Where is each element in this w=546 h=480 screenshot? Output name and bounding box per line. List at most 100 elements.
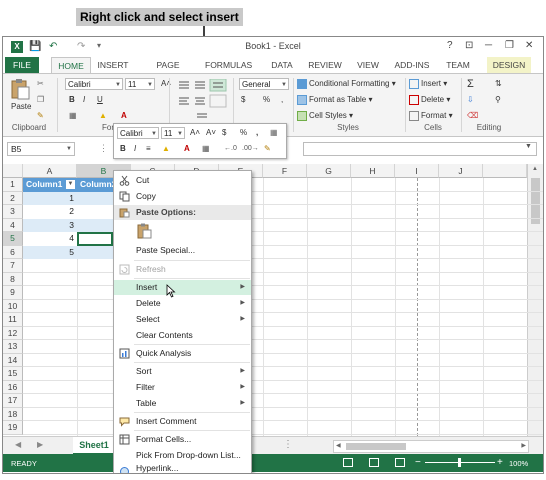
column-header-g[interactable]: G <box>307 164 351 178</box>
table-cell-column1[interactable]: 1 <box>23 191 77 205</box>
filter-dropdown-icon[interactable]: ▼ <box>66 180 75 189</box>
comma-button[interactable]: , <box>281 94 283 106</box>
menu-item-format-cells[interactable]: Format Cells... <box>114 432 251 447</box>
cell-styles-button[interactable]: Cell Styles ▾ <box>297 110 353 122</box>
format-painter-icon[interactable]: ✎ <box>37 110 44 122</box>
bold-button[interactable]: B <box>69 94 75 106</box>
copy-icon[interactable]: ❐ <box>37 94 44 106</box>
tab-formulas[interactable]: FORMULAS <box>205 57 252 73</box>
column-header-h[interactable]: H <box>351 164 395 178</box>
row-header[interactable]: 3 <box>3 205 23 219</box>
menu-item-copy[interactable]: Copy <box>114 189 251 204</box>
sort-filter-icon[interactable]: ⇅ <box>495 78 502 90</box>
sheet-tab-sheet1[interactable]: Sheet1 <box>73 437 115 455</box>
table-cell-column1[interactable]: 3 <box>23 218 77 232</box>
underline-button[interactable]: U <box>97 94 103 106</box>
mini-font-color-icon[interactable]: A <box>184 143 190 155</box>
column-header-j[interactable]: J <box>439 164 483 178</box>
next-sheet-icon[interactable]: ▶ <box>37 440 43 449</box>
row-header[interactable]: 18 <box>3 407 23 421</box>
insert-cells-button[interactable]: Insert ▾ <box>409 78 447 90</box>
tab-view[interactable]: VIEW <box>355 57 381 73</box>
cut-icon[interactable]: ✂ <box>37 78 44 90</box>
maximize-button[interactable]: ❐ <box>505 40 514 51</box>
mini-brush-icon[interactable]: ✎ <box>264 143 271 155</box>
row-header[interactable]: 11 <box>3 313 23 327</box>
table-cell-column1[interactable]: 2 <box>23 205 77 219</box>
menu-item-hyperlink[interactable]: Hyperlink... <box>114 464 251 473</box>
mini-align-center-icon[interactable]: ≡ <box>146 143 151 155</box>
mini-italic-button[interactable]: I <box>134 143 136 155</box>
minimize-button[interactable]: ─ <box>485 40 492 51</box>
mini-currency-button[interactable]: $ <box>222 127 226 139</box>
menu-item-pick-from-dropdown[interactable]: Pick From Drop-down List... <box>114 448 251 463</box>
mini-borders-icon[interactable]: ▦ <box>202 143 210 155</box>
menu-item-insert-comment[interactable]: Insert Comment <box>114 414 251 429</box>
scroll-right-icon[interactable]: ▶ <box>521 442 526 449</box>
column-header-i[interactable]: I <box>395 164 439 178</box>
format-as-table-button[interactable]: Format as Table ▾ <box>297 94 372 106</box>
tab-team[interactable]: TEAM <box>443 57 473 73</box>
menu-item-insert[interactable]: Insert ▶ <box>114 280 251 295</box>
tab-insert[interactable]: INSERT <box>95 57 131 73</box>
clear-icon[interactable]: ⌫ <box>467 110 478 122</box>
column-header-f[interactable]: F <box>263 164 307 178</box>
mini-font-name-combo[interactable]: Calibri ▼ <box>117 127 159 139</box>
page-break-view-icon[interactable] <box>395 458 405 467</box>
zoom-slider-thumb[interactable] <box>458 458 461 467</box>
delete-cells-button[interactable]: Delete ▾ <box>409 94 450 106</box>
borders-icon[interactable]: ▦ <box>69 110 77 122</box>
conditional-formatting-button[interactable]: Conditional Formatting ▾ <box>297 78 396 90</box>
menu-item-refresh[interactable]: Refresh <box>114 262 251 277</box>
fill-color-icon[interactable]: ▲ <box>99 110 107 122</box>
zoom-in-button[interactable]: + <box>497 457 503 468</box>
normal-view-icon[interactable] <box>343 458 353 467</box>
paste-icon[interactable] <box>9 78 31 100</box>
row-header[interactable]: 8 <box>3 272 23 286</box>
row-header[interactable]: 2 <box>3 191 23 205</box>
menu-item-table[interactable]: Table ▶ <box>114 396 251 411</box>
number-format-combo[interactable]: General ▼ <box>239 78 289 90</box>
paste-option-button[interactable] <box>136 223 152 239</box>
tab-file[interactable]: FILE <box>5 57 39 73</box>
row-header[interactable]: 6 <box>3 245 23 259</box>
mini-bold-button[interactable]: B <box>120 143 126 155</box>
horizontal-scrollbar[interactable]: ◀ ▶ <box>333 440 529 453</box>
menu-item-sort[interactable]: Sort ▶ <box>114 364 251 379</box>
scroll-up-icon[interactable]: ▲ <box>532 166 538 172</box>
menu-item-clear-contents[interactable]: Clear Contents <box>114 328 251 343</box>
font-size-combo[interactable]: 11 ▼ <box>125 78 155 90</box>
scroll-left-icon[interactable]: ◀ <box>336 442 341 449</box>
active-cell-b5[interactable] <box>77 232 113 246</box>
fill-icon[interactable]: ⇩ <box>467 94 474 106</box>
menu-item-filter[interactable]: Filter ▶ <box>114 380 251 395</box>
horizontal-scroll-thumb[interactable] <box>346 443 406 450</box>
row-header[interactable]: 1 <box>3 178 23 192</box>
close-button[interactable]: ✕ <box>525 40 533 51</box>
italic-button[interactable]: I <box>83 94 85 106</box>
mini-increase-decimal-icon[interactable]: ←.0 <box>224 143 237 155</box>
percent-button[interactable]: % <box>263 94 270 106</box>
prev-sheet-icon[interactable]: ◀ <box>15 440 21 449</box>
menu-item-select[interactable]: Select ▶ <box>114 312 251 327</box>
mini-font-size-combo[interactable]: 11 ▼ <box>161 127 185 139</box>
table-header-column1[interactable]: Column1 ▼ <box>23 178 77 192</box>
ribbon-display-button[interactable]: ⊡ <box>465 40 473 51</box>
row-header[interactable]: 17 <box>3 394 23 408</box>
formula-input[interactable] <box>303 142 537 156</box>
tab-review[interactable]: REVIEW <box>307 57 343 73</box>
row-header[interactable]: 5 <box>3 232 23 246</box>
page-layout-view-icon[interactable] <box>369 458 379 467</box>
mini-format-painter-icon[interactable]: ▦ <box>270 127 278 139</box>
font-name-combo[interactable]: Calibri ▼ <box>65 78 123 90</box>
sheet-options-icon[interactable]: ⋮ <box>283 439 293 450</box>
paste-button[interactable]: Paste <box>11 101 31 113</box>
row-header[interactable]: 16 <box>3 380 23 394</box>
table-cell-column1[interactable]: 4 <box>23 232 77 246</box>
row-header[interactable]: 9 <box>3 286 23 300</box>
menu-item-paste-special[interactable]: Paste Special... <box>114 243 251 258</box>
mini-grow-font-icon[interactable]: A˄ <box>190 127 200 139</box>
format-cells-button[interactable]: Format ▾ <box>409 110 453 122</box>
currency-button[interactable]: $ <box>241 94 245 106</box>
row-header[interactable]: 13 <box>3 340 23 354</box>
